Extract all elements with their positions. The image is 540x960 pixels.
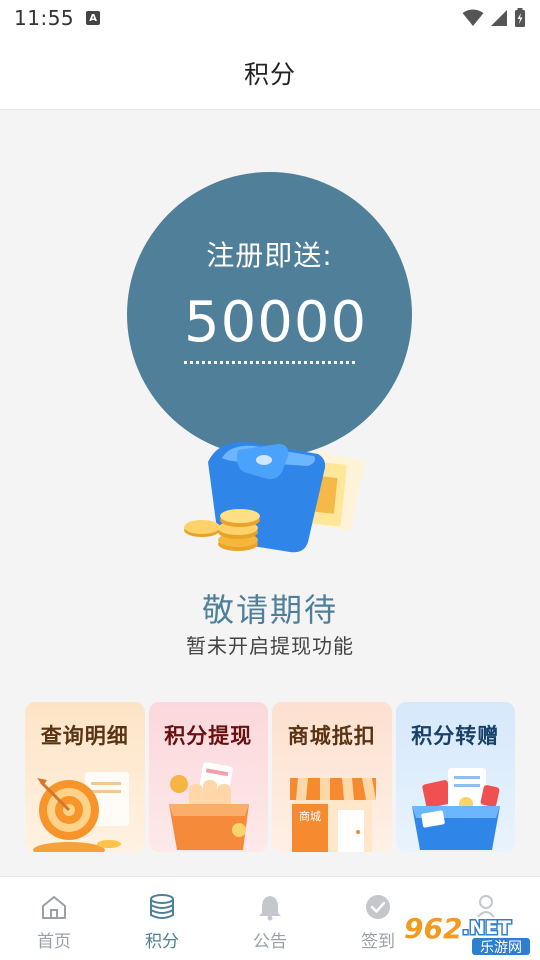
nav-item-home[interactable]: 首页 — [0, 877, 108, 960]
nav-item-announcements[interactable]: 公告 — [216, 877, 324, 960]
watermark-suffix: .NET — [462, 917, 511, 939]
card-mall-deduction[interactable]: 商城抵扣 商城 — [272, 702, 392, 852]
check-circle-icon — [366, 895, 390, 919]
store-icon: 商城 — [290, 778, 376, 852]
status-bar: 11:55 A — [0, 0, 540, 36]
page-title: 积分 — [243, 59, 296, 89]
card-label: 商城抵扣 — [287, 724, 376, 748]
nav-label-points: 积分 — [145, 932, 179, 952]
coming-soon-title: 敬请期待 — [201, 591, 338, 629]
notification-a-icon: A — [86, 11, 101, 25]
wifi-icon — [462, 9, 484, 26]
bell-icon — [259, 896, 281, 921]
wallet-icon — [168, 762, 249, 850]
card-points-withdraw[interactable]: 积分提现 — [148, 702, 268, 852]
target-icon — [33, 772, 129, 852]
battery-icon — [515, 8, 525, 27]
store-sign: 商城 — [299, 809, 321, 823]
signal-icon — [491, 10, 507, 26]
wallet-illustration — [184, 441, 365, 553]
card-label: 查询明细 — [40, 724, 129, 748]
coins-icon — [150, 894, 174, 919]
gift-box-icon — [411, 768, 500, 850]
bonus-value: 50000 — [184, 290, 366, 364]
bonus-circle: 注册即送: 50000 — [127, 172, 412, 457]
site-watermark: 962 .NET 乐游网 — [403, 911, 530, 956]
nav-label-checkin: 签到 — [361, 932, 395, 952]
bonus-label: 注册即送: — [206, 239, 333, 272]
coins-icon — [184, 509, 260, 551]
nav-label-announcements: 公告 — [253, 932, 287, 952]
nav-label-home: 首页 — [37, 932, 71, 952]
home-icon — [42, 896, 66, 919]
card-label: 积分提现 — [164, 724, 253, 748]
status-time: 11:55 — [14, 6, 75, 30]
page-header: 积分 — [0, 36, 540, 110]
coming-soon-subtitle: 暂未开启提现功能 — [186, 634, 354, 658]
watermark-number: 962 — [404, 912, 462, 945]
status-icons — [462, 8, 526, 28]
card-label: 积分转赠 — [411, 724, 500, 748]
card-points-transfer[interactable]: 积分转赠 — [395, 702, 515, 852]
nav-item-points[interactable]: 积分 — [108, 877, 216, 960]
card-query-details[interactable]: 查询明细 — [25, 702, 145, 852]
feature-cards: 查询明细 积分提现 商城抵扣 商城 积分转赠 — [25, 702, 515, 852]
watermark-caption: 乐游网 — [480, 940, 522, 956]
